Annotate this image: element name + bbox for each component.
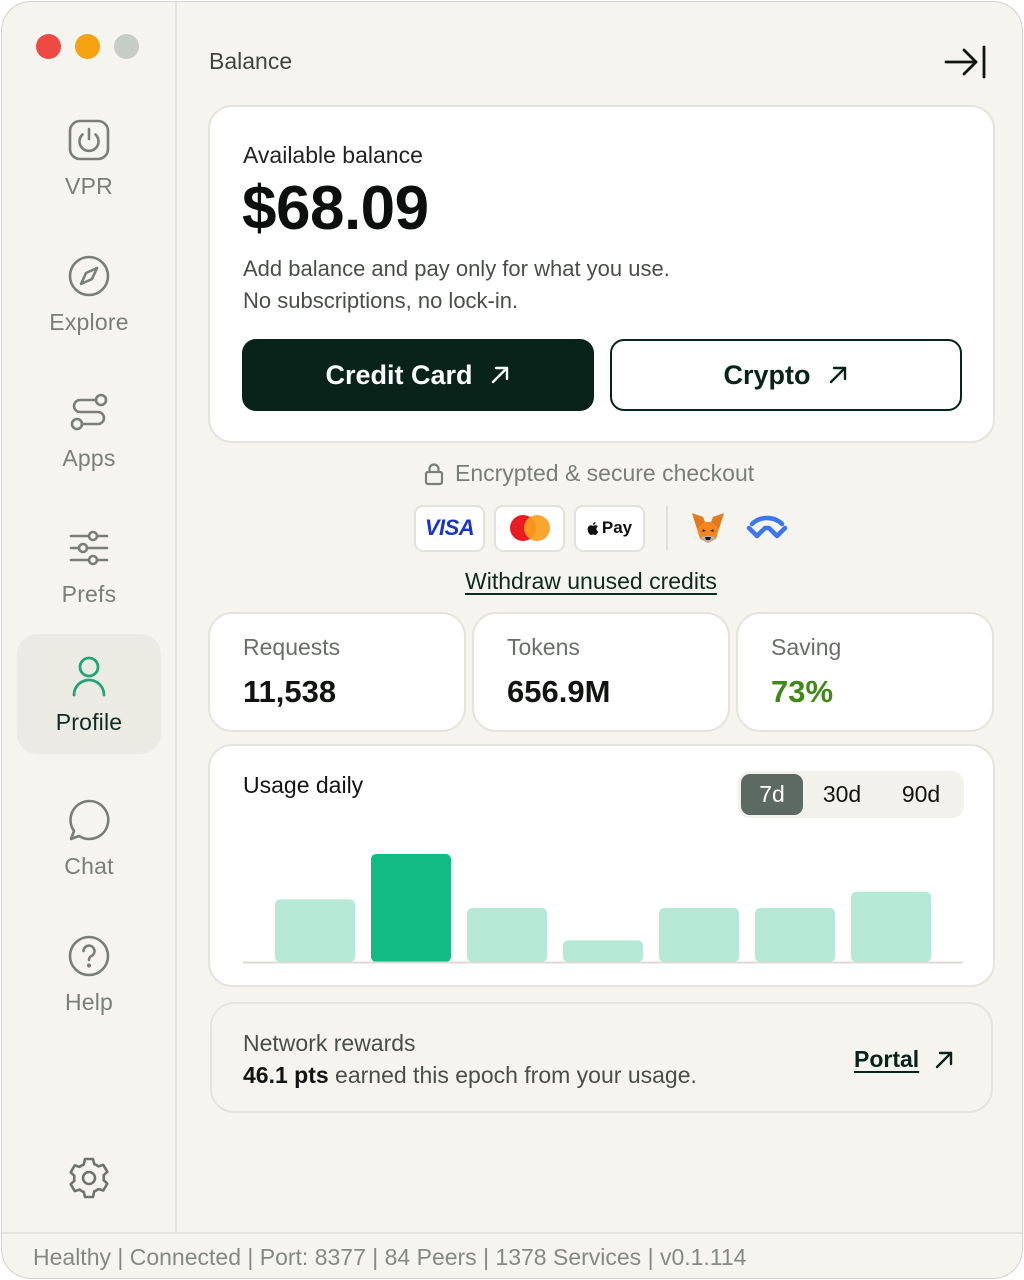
stat-label: Saving xyxy=(771,634,842,660)
range-option-30d[interactable]: 30d xyxy=(803,774,881,815)
rewards-text: 46.1 pts earned this epoch from your usa… xyxy=(243,1062,697,1089)
credit-card-button-label: Credit Card xyxy=(325,359,473,390)
usage-bar xyxy=(371,854,451,962)
rewards-card: Network rewards 46.1 pts earned this epo… xyxy=(210,1002,993,1113)
mastercard-logo xyxy=(509,515,550,541)
portal-link-label: Portal xyxy=(854,1046,920,1072)
sliders-icon xyxy=(69,530,109,565)
visa-logo: VISA xyxy=(424,515,475,540)
stat-value: 73% xyxy=(771,674,834,709)
usage-bar xyxy=(755,908,835,962)
usage-bar xyxy=(659,908,739,962)
usage-card: Usage daily 7d 30d 90d xyxy=(208,744,995,987)
sidebar-item-label: Explore xyxy=(49,308,129,335)
portal-link[interactable]: Portal xyxy=(854,1046,955,1073)
secure-checkout-text: Encrypted & secure checkout xyxy=(455,460,755,486)
stat-card-requests: Requests 11,538 xyxy=(208,612,466,732)
usage-bar-chart xyxy=(243,854,963,964)
sidebar-item-explore[interactable]: Explore xyxy=(17,234,161,354)
balance-description-line: No subscriptions, no lock-in. xyxy=(243,288,519,313)
visa-badge: VISA xyxy=(414,504,485,552)
balance-description: Add balance and pay only for what you us… xyxy=(243,253,670,317)
route-icon xyxy=(70,393,108,430)
stat-card-saving: Saving 73% xyxy=(736,612,994,732)
usage-bar xyxy=(275,899,355,962)
arrow-up-right-icon xyxy=(829,366,846,384)
walletconnect-icon xyxy=(746,515,788,539)
payment-methods: VISA Pay xyxy=(414,504,798,552)
balance-description-line: Add balance and pay only for what you us… xyxy=(243,256,670,281)
arrow-up-right-icon xyxy=(491,366,508,384)
usage-bar xyxy=(563,940,643,962)
sidebar-item-label: Chat xyxy=(64,852,114,879)
usage-title: Usage daily xyxy=(243,772,364,798)
credit-card-button[interactable]: Credit Card xyxy=(242,339,594,411)
usage-bar xyxy=(851,891,931,962)
sidebar-item-label: Prefs xyxy=(61,580,117,607)
minimize-window-button[interactable] xyxy=(75,34,100,59)
withdraw-credits-link[interactable]: Withdraw unused credits xyxy=(465,568,717,595)
balance-amount: $68.09 xyxy=(242,174,429,243)
status-text: Healthy | Connected | Port: 8377 | 84 Pe… xyxy=(33,1244,747,1270)
sidebar-item-prefs[interactable]: Prefs xyxy=(17,506,161,626)
collapse-panel-button[interactable] xyxy=(942,42,990,82)
user-icon xyxy=(72,656,106,696)
stat-label: Tokens xyxy=(507,634,580,660)
apple-pay-label: Pay xyxy=(601,518,633,537)
apple-icon xyxy=(587,521,599,535)
sidebar-item-apps[interactable]: Apps xyxy=(17,370,161,490)
stat-value: 656.9M xyxy=(507,674,611,709)
rewards-description: earned this epoch from your usage. xyxy=(328,1062,697,1088)
sidebar: VPR Explore Apps Prefs Profile Chat Help xyxy=(2,2,177,1232)
usage-bar xyxy=(467,908,547,962)
balance-card: Available balance $68.09 Add balance and… xyxy=(208,105,995,443)
sidebar-item-label: VPR xyxy=(65,172,113,199)
sidebar-item-label: Profile xyxy=(55,708,123,735)
range-option-7d[interactable]: 7d xyxy=(741,774,803,815)
mastercard-badge xyxy=(494,504,565,552)
range-option-90d[interactable]: 90d xyxy=(881,774,961,815)
status-bar: Healthy | Connected | Port: 8377 | 84 Pe… xyxy=(2,1232,1022,1278)
stat-value: 11,538 xyxy=(243,674,337,709)
payment-divider xyxy=(666,506,668,550)
lock-icon xyxy=(424,462,444,485)
compass-icon xyxy=(68,255,110,296)
close-window-button[interactable] xyxy=(36,34,61,59)
sidebar-item-vpr[interactable]: VPR xyxy=(17,98,161,218)
collapse-right-icon xyxy=(944,45,986,79)
rewards-title: Network rewards xyxy=(243,1030,416,1056)
gear-icon xyxy=(69,1157,109,1199)
crypto-button[interactable]: Crypto xyxy=(610,339,962,411)
power-icon xyxy=(68,119,110,160)
app-window: VPR Explore Apps Prefs Profile Chat Help… xyxy=(1,1,1023,1279)
arrow-up-right-icon xyxy=(935,1051,953,1068)
page-title: Balance xyxy=(209,48,293,74)
stat-label: Requests xyxy=(243,634,341,660)
zoom-window-button[interactable] xyxy=(114,34,139,59)
stat-card-tokens: Tokens 656.9M xyxy=(472,612,730,732)
apple-pay-badge: Pay xyxy=(574,504,645,552)
sidebar-item-label: Apps xyxy=(62,444,116,471)
help-circle-icon xyxy=(68,935,110,976)
sidebar-item-chat[interactable]: Chat xyxy=(17,778,161,898)
balance-label: Available balance xyxy=(243,142,423,168)
sidebar-item-label: Help xyxy=(64,988,114,1015)
window-controls xyxy=(36,34,139,59)
secure-checkout-note: Encrypted & secure checkout xyxy=(423,460,754,487)
settings-button[interactable] xyxy=(65,1154,113,1202)
sidebar-item-profile[interactable]: Profile xyxy=(17,634,161,754)
rewards-points: 46.1 pts xyxy=(243,1062,329,1088)
crypto-button-label: Crypto xyxy=(723,359,811,390)
range-selector: 7d 30d 90d xyxy=(738,771,964,818)
metamask-fox-icon xyxy=(692,513,724,543)
chat-bubble-icon xyxy=(69,799,110,840)
sidebar-item-help[interactable]: Help xyxy=(17,914,161,1034)
